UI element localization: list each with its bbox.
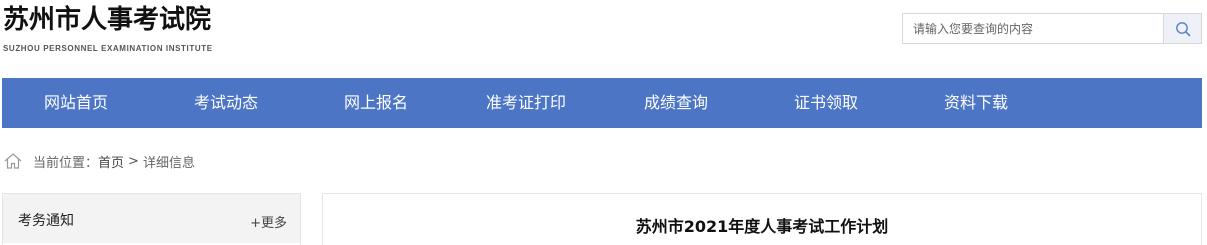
article-panel: 苏州市2021年度人事考试工作计划 bbox=[322, 193, 1202, 245]
sidebar-title: 考务通知 bbox=[18, 213, 74, 229]
nav-item-certificate[interactable]: 证书领取 bbox=[794, 78, 858, 128]
search-box bbox=[902, 13, 1202, 44]
breadcrumb-home-link[interactable]: 首页 bbox=[98, 152, 124, 171]
nav-item-admission-ticket[interactable]: 准考证打印 bbox=[486, 78, 566, 128]
nav-item-exam-news[interactable]: 考试动态 bbox=[194, 78, 258, 128]
home-icon bbox=[4, 153, 22, 169]
search-icon bbox=[1175, 21, 1190, 36]
site-logo-title: 苏州市人事考试院 bbox=[3, 5, 212, 35]
breadcrumb: 当前位置： 首页 > 详细信息 bbox=[3, 150, 195, 172]
sidebar-more-link[interactable]: +更多 bbox=[250, 212, 287, 231]
search-input[interactable] bbox=[903, 14, 1164, 43]
breadcrumb-prefix: 当前位置： bbox=[33, 155, 99, 171]
nav-item-score-query[interactable]: 成绩查询 bbox=[644, 78, 708, 128]
nav-item-home[interactable]: 网站首页 bbox=[44, 78, 108, 128]
search-button[interactable] bbox=[1163, 14, 1201, 43]
article-title: 苏州市2021年度人事考试工作计划 bbox=[635, 217, 889, 236]
nav-item-online-registration[interactable]: 网上报名 bbox=[344, 78, 408, 128]
main-nav: 网站首页 考试动态 网上报名 准考证打印 成绩查询 证书领取 资料下载 bbox=[2, 78, 1202, 128]
sidebar-header: 考务通知 +更多 bbox=[3, 194, 300, 243]
nav-item-downloads[interactable]: 资料下载 bbox=[944, 78, 1008, 128]
site-logo-subtitle: SUZHOU PERSONNEL EXAMINATION INSTITUTE bbox=[3, 44, 213, 53]
breadcrumb-separator: > bbox=[128, 153, 139, 169]
sidebar-panel: 考务通知 +更多 bbox=[2, 193, 301, 245]
breadcrumb-current: 详细信息 bbox=[142, 155, 195, 171]
